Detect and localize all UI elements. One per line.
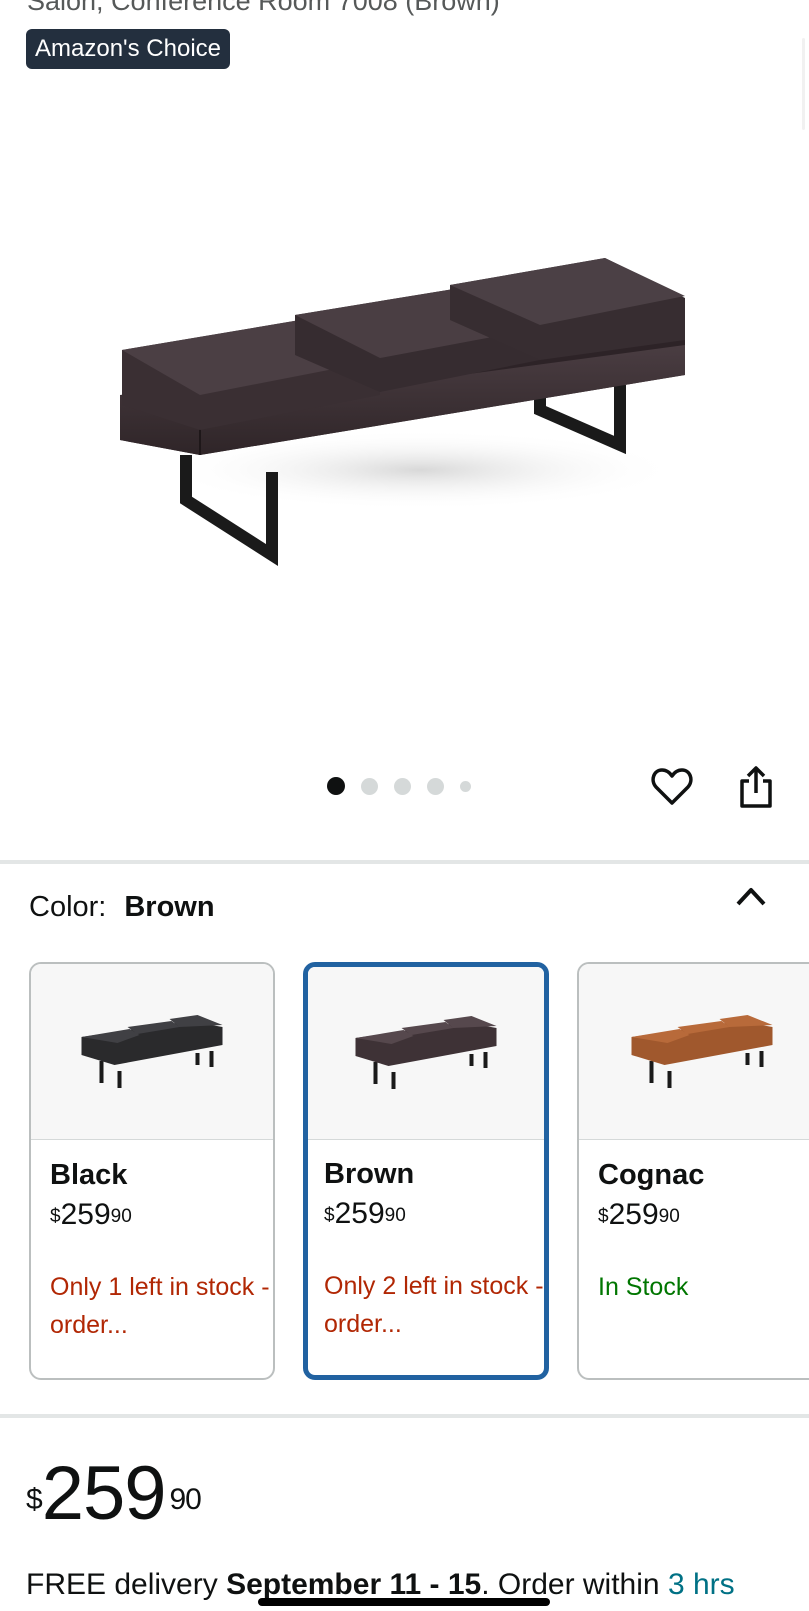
product-price: $259 90 bbox=[26, 1451, 202, 1536]
chevron-up-icon[interactable] bbox=[735, 885, 767, 912]
color-label: Color: bbox=[29, 891, 107, 923]
color-option-price: $25990 bbox=[50, 1198, 132, 1231]
product-image bbox=[120, 258, 685, 566]
gallery-dot[interactable] bbox=[361, 777, 378, 795]
color-option-brown[interactable]: Brown $25990 Only 2 left in stock - orde… bbox=[303, 962, 549, 1380]
product-title: Salon, Conference Room 7008 (Brown) bbox=[27, 0, 500, 16]
section-divider bbox=[0, 860, 809, 864]
color-selector-header: Color: Brown bbox=[29, 891, 215, 924]
color-option-list[interactable]: Black $25990 Only 1 left in stock - orde… bbox=[0, 962, 809, 1384]
color-option-name: Brown bbox=[324, 1158, 415, 1190]
color-option-price: $25990 bbox=[324, 1197, 406, 1230]
color-option-price: $25990 bbox=[598, 1198, 680, 1231]
color-option-thumbnail bbox=[308, 967, 544, 1140]
delivery-date: September 11 - 15 bbox=[226, 1568, 482, 1601]
amazons-choice-badge: Amazon's Choice bbox=[26, 29, 230, 69]
order-within-text: . Order within bbox=[481, 1568, 668, 1601]
stock-status: Only 2 left in stock - order... bbox=[324, 1272, 544, 1338]
color-option-black[interactable]: Black $25990 Only 1 left in stock - orde… bbox=[29, 962, 275, 1380]
time-left: 3 hrs bbox=[667, 1568, 735, 1601]
gallery-pagination[interactable] bbox=[327, 776, 487, 796]
color-option-name: Black bbox=[50, 1159, 128, 1191]
delivery-info: FREE delivery September 11 - 15. Order w… bbox=[26, 1568, 735, 1602]
product-image-gallery[interactable] bbox=[0, 80, 809, 780]
color-option-thumbnail bbox=[31, 964, 273, 1140]
heart-icon[interactable] bbox=[649, 764, 695, 810]
stock-status: Only 1 left in stock - order... bbox=[50, 1273, 270, 1339]
color-option-cognac[interactable]: Cognac $25990 In Stock bbox=[577, 962, 809, 1380]
gallery-dot[interactable] bbox=[394, 777, 411, 795]
selected-color: Brown bbox=[124, 891, 215, 923]
stock-status: In Stock bbox=[598, 1273, 689, 1301]
color-option-thumbnail bbox=[579, 964, 809, 1140]
gallery-dot[interactable] bbox=[327, 777, 345, 795]
home-indicator bbox=[258, 1598, 550, 1606]
share-icon[interactable] bbox=[733, 764, 779, 810]
gallery-dot[interactable] bbox=[427, 777, 444, 795]
section-divider bbox=[0, 1414, 809, 1418]
gallery-dot[interactable] bbox=[460, 780, 471, 792]
color-option-name: Cognac bbox=[598, 1159, 705, 1191]
delivery-prefix: FREE delivery bbox=[26, 1568, 227, 1601]
